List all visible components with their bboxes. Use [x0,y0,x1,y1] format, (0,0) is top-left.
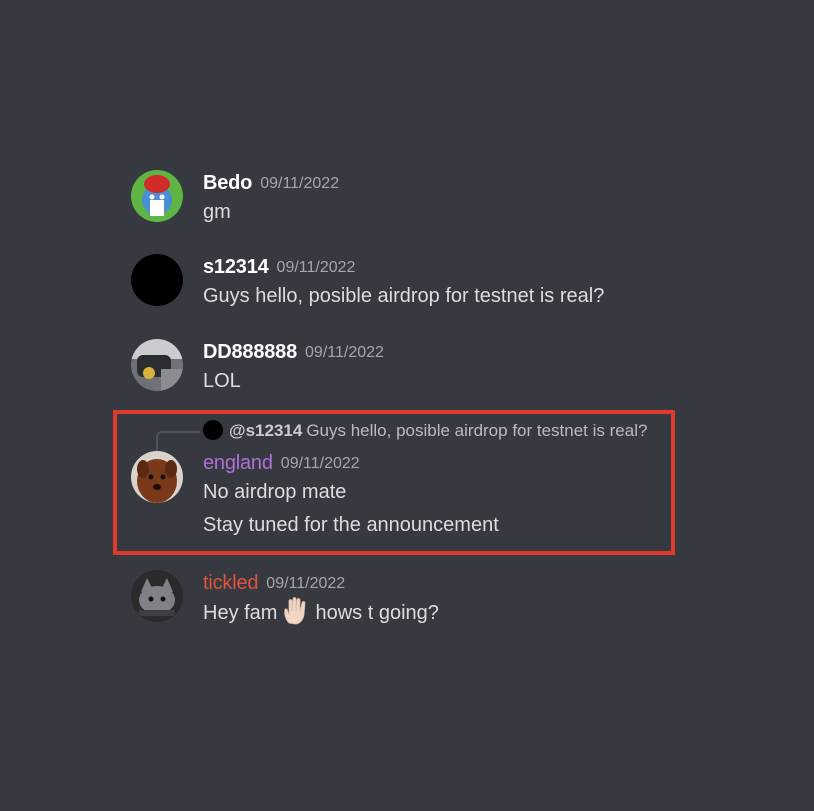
message-text: Guys hello, posible airdrop for testnet … [203,285,605,307]
username[interactable]: DD888888 [203,341,297,363]
message-text: gm [203,201,231,223]
message-header: DD888888 09/11/2022 [203,339,384,365]
timestamp: 09/11/2022 [260,175,340,192]
username[interactable]: tickled [203,572,258,594]
message-text: Stay tuned for the announcement [203,514,499,536]
photo-avatar-icon[interactable] [131,339,183,391]
username[interactable]: s12314 [203,256,269,278]
dog-avatar-icon[interactable] [131,451,183,503]
smurf-avatar-icon[interactable] [131,170,183,222]
reply-preview-text: Guys hello, posible airdrop for testnet … [306,421,648,440]
message-text-part: hows t going? [315,602,439,624]
message-header: Bedo 09/11/2022 [203,170,339,196]
timestamp: 09/11/2022 [266,575,346,592]
username[interactable]: Bedo [203,172,252,194]
message-header: england 09/11/2022 [203,450,360,476]
timestamp: 09/11/2022 [280,455,360,472]
reply-avatar-icon [203,420,223,440]
chat-message: DD888888 09/11/2022 LOL [111,337,699,407]
message-text: Hey fam hows t going? [203,597,439,625]
reply-reference[interactable]: @s12314 Guys hello, posible airdrop for t… [203,420,647,442]
timestamp: 09/11/2022 [305,344,384,361]
message-text-part: Hey fam [203,602,278,624]
chat-message: tickled 09/11/2022 Hey fam hows t going? [111,568,699,638]
reply-mention[interactable]: @s12314 [229,421,302,440]
black-circle-avatar-icon[interactable] [131,254,183,306]
message-text: LOL [203,370,241,392]
cat-avatar-icon[interactable] [131,570,183,622]
message-text: No airdrop mate [203,481,347,503]
chat-message-list: Bedo 09/11/2022 gm s12314 09/11/2022 Guys … [111,150,699,640]
chat-message: Bedo 09/11/2022 gm [111,168,699,238]
chat-message-reply: @s12314 Guys hello, posible airdrop for t… [111,420,699,540]
message-header: tickled 09/11/2022 [203,570,345,596]
chat-message: s12314 09/11/2022 Guys hello, posible air… [111,252,699,322]
screenshot-canvas: Bedo 09/11/2022 gm s12314 09/11/2022 Guys … [0,0,814,811]
timestamp: 09/11/2022 [276,259,356,276]
username[interactable]: england [203,452,273,474]
message-header: s12314 09/11/2022 [203,254,355,280]
raised-hand-icon[interactable] [281,597,311,633]
